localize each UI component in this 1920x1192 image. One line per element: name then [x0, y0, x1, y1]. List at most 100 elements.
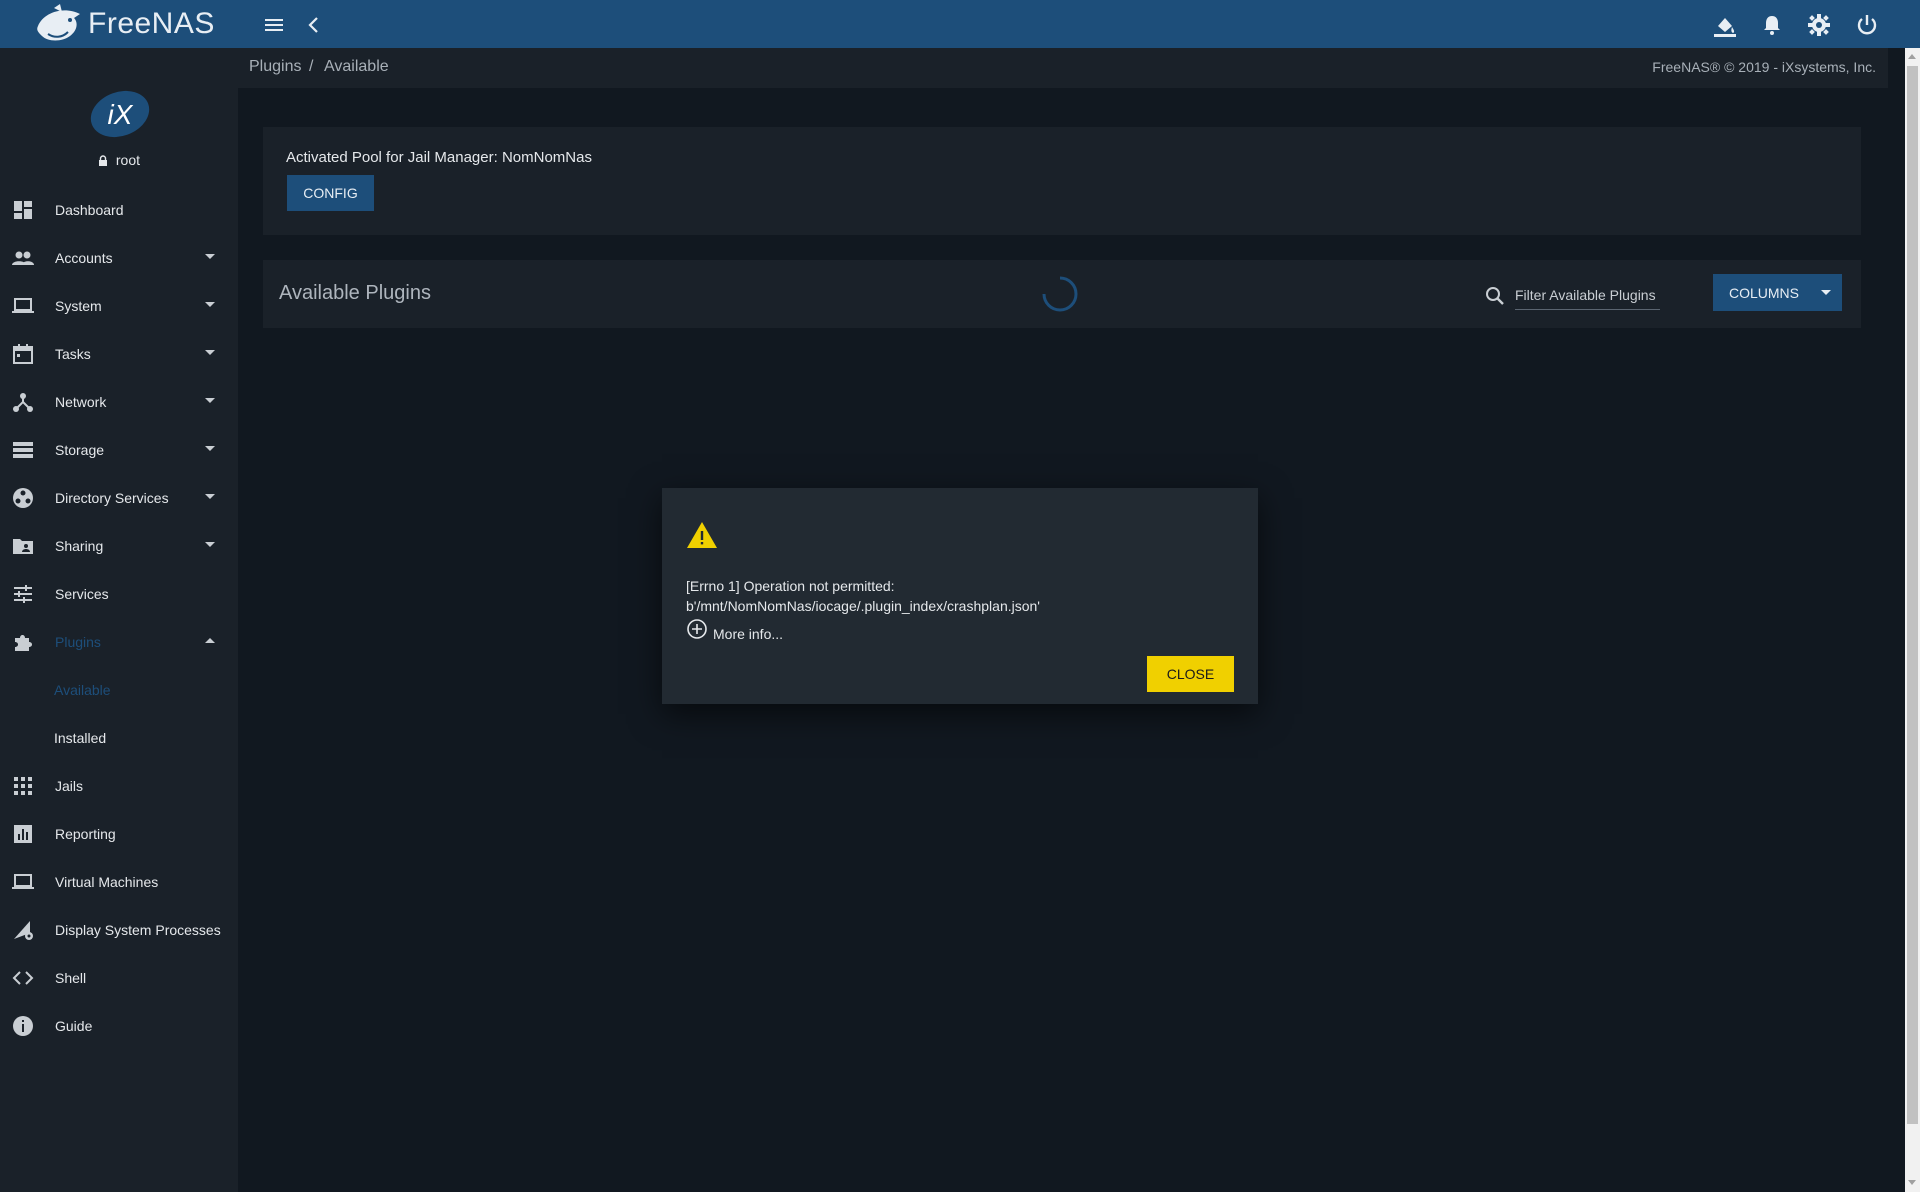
- ix-avatar-logo: iX: [90, 90, 150, 138]
- sidebar: iX root Dashboard Accounts System Tasks …: [0, 48, 238, 1192]
- sidebar-subitem-available[interactable]: Available: [0, 670, 238, 710]
- breadcrumb-separator: /: [309, 58, 314, 75]
- sidebar-item-guide[interactable]: Guide: [0, 1006, 238, 1046]
- sidebar-item-virtual-machines[interactable]: Virtual Machines: [0, 862, 238, 902]
- sharing-icon: [13, 539, 33, 554]
- dashboard-icon: [14, 201, 32, 219]
- top-bar: FreeNAS: [0, 0, 1920, 48]
- menu-icon[interactable]: [261, 12, 287, 38]
- sidebar-item-label: Shell: [55, 970, 87, 986]
- error-dialog: [Errno 1] Operation not permitted: b'/mn…: [662, 488, 1258, 704]
- scrollbar-thumb[interactable]: [1907, 66, 1918, 1124]
- sidebar-item-label: Jails: [55, 778, 84, 794]
- chevron-down-icon: [205, 494, 215, 499]
- sidebar-item-label: Display System Processes: [55, 922, 221, 938]
- services-icon: [14, 585, 32, 603]
- sidebar-item-label: Accounts: [55, 250, 113, 266]
- sidebar-item-label: Plugins: [55, 634, 101, 650]
- sidebar-item-label: Tasks: [55, 346, 91, 362]
- sidebar-item-directory-services[interactable]: Directory Services: [0, 478, 238, 518]
- sidebar-item-accounts[interactable]: Accounts: [0, 238, 238, 278]
- available-plugins-title: Available Plugins: [279, 282, 431, 304]
- error-message-line2: b'/mnt/NomNomNas/iocage/.plugin_index/cr…: [686, 598, 1040, 614]
- activated-pool-text: Activated Pool for Jail Manager: NomNomN…: [286, 149, 592, 166]
- chevron-down-icon: [205, 254, 215, 259]
- sidebar-subitem-installed[interactable]: Installed: [0, 718, 238, 758]
- virtual-machines-icon: [12, 874, 34, 889]
- sidebar-item-label: Network: [55, 394, 107, 410]
- available-plugins-card: Available Plugins COLUMNS: [263, 260, 1861, 328]
- accounts-icon: [12, 251, 34, 265]
- loading-spinner-icon: [1042, 276, 1078, 312]
- sidebar-item-label: Virtual Machines: [55, 874, 159, 890]
- sidebar-item-dashboard[interactable]: Dashboard: [0, 190, 238, 230]
- freenas-shark-icon: [37, 4, 80, 41]
- sidebar-item-label: System: [55, 298, 102, 314]
- sidebar-item-tasks[interactable]: Tasks: [0, 334, 238, 374]
- sidebar-item-label: Reporting: [55, 826, 116, 842]
- current-user: root: [0, 152, 238, 168]
- power-icon[interactable]: [1854, 12, 1880, 38]
- sidebar-item-reporting[interactable]: Reporting: [0, 814, 238, 854]
- tasks-icon: [13, 344, 33, 364]
- chevron-down-icon: [205, 398, 215, 403]
- config-button[interactable]: CONFIG: [287, 175, 374, 211]
- storage-icon: [13, 442, 33, 458]
- chevron-down-icon: [205, 350, 215, 355]
- sidebar-item-storage[interactable]: Storage: [0, 430, 238, 470]
- breadcrumb: Plugins / Available FreeNAS® © 2019 - iX…: [238, 48, 1888, 88]
- sidebar-item-label: Services: [55, 586, 109, 602]
- add-circle-icon: [687, 619, 707, 639]
- freenas-logo[interactable]: FreeNAS: [34, 2, 215, 46]
- sidebar-item-label: Dashboard: [55, 202, 124, 218]
- sidebar-item-label: Sharing: [55, 538, 104, 554]
- chevron-down-icon: [1821, 290, 1831, 295]
- network-icon: [13, 393, 33, 412]
- sidebar-item-display-system-processes[interactable]: Display System Processes: [0, 910, 238, 950]
- sidebar-item-label: Guide: [55, 1018, 93, 1034]
- breadcrumb-available: Available: [324, 58, 389, 75]
- shell-icon: [12, 971, 34, 985]
- more-info-label: More info...: [713, 626, 784, 642]
- sidebar-subitem-label: Available: [54, 682, 111, 698]
- search-icon: [1486, 287, 1504, 305]
- sidebar-item-label: Directory Services: [55, 490, 169, 506]
- lock-icon: [98, 155, 107, 166]
- chevron-down-icon: [205, 542, 215, 547]
- reporting-icon: [14, 825, 32, 843]
- chevron-up-icon: [205, 638, 215, 643]
- app-logo-text: FreeNAS: [88, 7, 215, 40]
- sidebar-item-label: Storage: [55, 442, 105, 458]
- processes-icon: [14, 921, 33, 940]
- directory-services-icon: [13, 488, 33, 508]
- breadcrumb-plugins[interactable]: Plugins: [249, 58, 301, 76]
- username: root: [115, 152, 140, 168]
- jail-manager-pool-card: Activated Pool for Jail Manager: NomNomN…: [263, 127, 1861, 235]
- error-message-line1: [Errno 1] Operation not permitted:: [686, 578, 895, 594]
- jails-icon: [14, 777, 32, 795]
- plugins-icon: [15, 635, 32, 651]
- sidebar-item-jails[interactable]: Jails: [0, 766, 238, 806]
- sidebar-item-network[interactable]: Network: [0, 382, 238, 422]
- theme-icon[interactable]: [1712, 12, 1738, 38]
- chevron-down-icon: [205, 446, 215, 451]
- scroll-up-arrow-icon[interactable]: [1908, 54, 1916, 59]
- close-button[interactable]: CLOSE: [1147, 656, 1234, 692]
- columns-button-label: COLUMNS: [1729, 285, 1800, 301]
- sidebar-subitem-label: Installed: [54, 730, 107, 746]
- sidebar-item-plugins[interactable]: Plugins: [0, 622, 238, 662]
- scroll-down-arrow-icon[interactable]: [1908, 1180, 1916, 1185]
- notifications-icon[interactable]: [1759, 12, 1785, 38]
- filter-plugins-input[interactable]: [1515, 280, 1660, 310]
- settings-icon[interactable]: [1806, 12, 1832, 38]
- back-icon[interactable]: [301, 12, 327, 38]
- guide-icon: [13, 1016, 33, 1036]
- warning-icon: [687, 522, 717, 548]
- chevron-down-icon: [205, 302, 215, 307]
- columns-button[interactable]: COLUMNS: [1713, 274, 1842, 311]
- system-icon: [12, 298, 34, 313]
- sidebar-item-sharing[interactable]: Sharing: [0, 526, 238, 566]
- sidebar-item-system[interactable]: System: [0, 286, 238, 326]
- sidebar-item-shell[interactable]: Shell: [0, 958, 238, 998]
- sidebar-item-services[interactable]: Services: [0, 574, 238, 614]
